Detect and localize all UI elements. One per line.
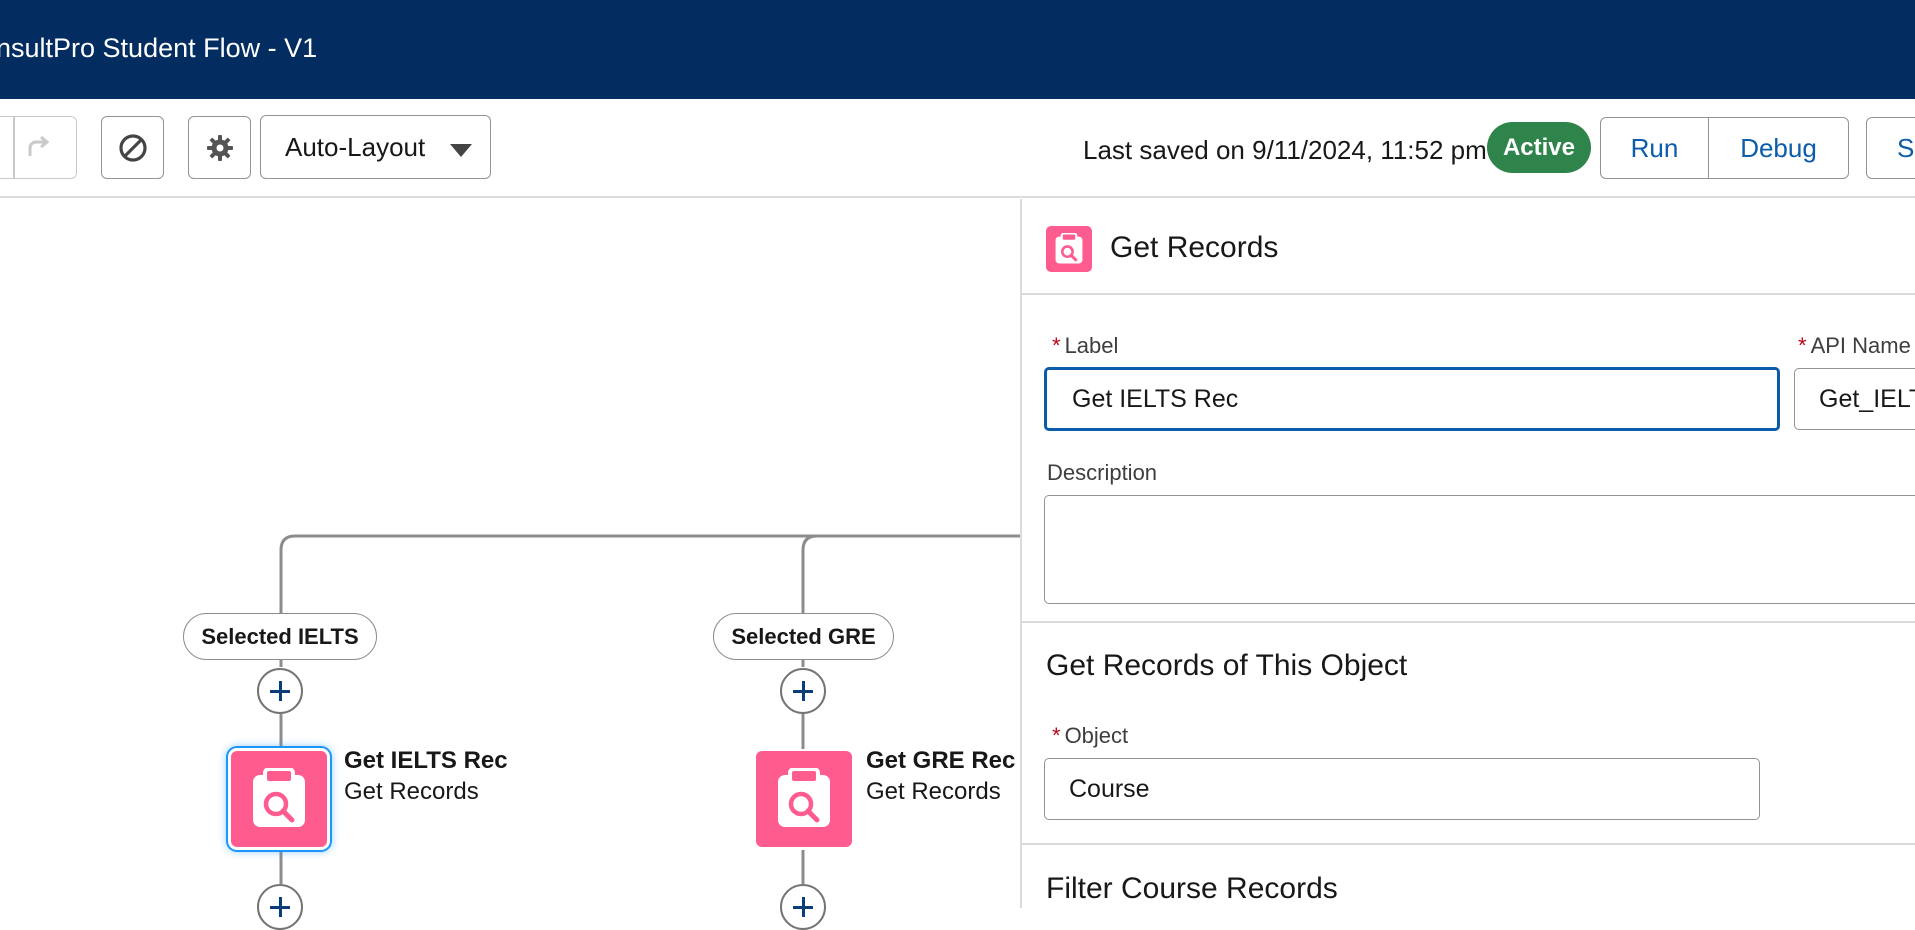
layout-mode-select[interactable]: Auto-Layout: [260, 115, 491, 179]
branch-label-selected-ielts[interactable]: Selected IELTS: [183, 613, 377, 660]
last-saved-text: Last saved on 9/11/2024, 11:52 pm: [1083, 135, 1487, 165]
api-name-input[interactable]: Get_IELTS: [1794, 368, 1915, 430]
section-divider: [1022, 843, 1915, 845]
node-title-get-gre-rec: Get GRE Rec: [866, 747, 1016, 774]
debug-button[interactable]: Debug: [1709, 118, 1848, 178]
status-badge: Active: [1487, 122, 1591, 173]
save-button-label: Sa: [1897, 132, 1915, 163]
get-gre-rec-node[interactable]: [756, 751, 852, 847]
add-element-button[interactable]: [257, 884, 303, 930]
add-element-button[interactable]: [780, 668, 826, 714]
label-input[interactable]: Get IELTS Rec: [1044, 367, 1780, 431]
add-element-button[interactable]: [780, 884, 826, 930]
section-divider: [1022, 621, 1915, 623]
caret-down-icon: [450, 144, 472, 157]
node-title-get-ielts-rec: Get IELTS Rec: [344, 747, 508, 774]
disable-icon: [118, 133, 147, 162]
object-input[interactable]: Course: [1044, 758, 1760, 820]
panel-title: Get Records: [1110, 231, 1279, 264]
node-type-label: Get Records: [866, 778, 1001, 805]
description-textarea[interactable]: [1044, 495, 1915, 604]
run-button[interactable]: Run: [1601, 118, 1709, 178]
panel-header: Get Records: [1022, 199, 1915, 295]
object-section-title: Get Records of This Object: [1046, 649, 1408, 682]
run-debug-button-group: Run Debug: [1600, 117, 1849, 179]
save-button[interactable]: Sa: [1866, 117, 1915, 179]
gear-icon: [206, 134, 233, 161]
disable-button[interactable]: [101, 116, 164, 179]
get-records-icon: [253, 768, 305, 827]
object-field-label: * Object: [1052, 723, 1129, 748]
api-name-field-label: * API Name: [1798, 333, 1911, 358]
layout-mode-value: Auto-Layout: [285, 131, 426, 162]
redo-icon[interactable]: [24, 134, 52, 162]
get-ielts-rec-node[interactable]: [231, 751, 327, 847]
app-header: nsultPro Student Flow - V1: [0, 0, 1915, 99]
get-records-icon: [778, 768, 830, 827]
node-type-label: Get Records: [344, 778, 479, 805]
branch-label-selected-gre[interactable]: Selected GRE: [713, 613, 894, 660]
properties-panel: Get Records * Label Get IELTS Rec * API Na…: [1020, 199, 1915, 908]
undo-redo-button-group[interactable]: [0, 116, 77, 179]
flow-title: nsultPro Student Flow - V1: [0, 33, 318, 63]
description-field-label: Description: [1047, 460, 1158, 485]
get-records-icon: [1046, 226, 1092, 272]
label-field-label: * Label: [1052, 333, 1119, 358]
add-element-button[interactable]: [257, 668, 303, 714]
filter-section-title: Filter Course Records: [1046, 872, 1338, 905]
settings-button[interactable]: [188, 116, 251, 179]
